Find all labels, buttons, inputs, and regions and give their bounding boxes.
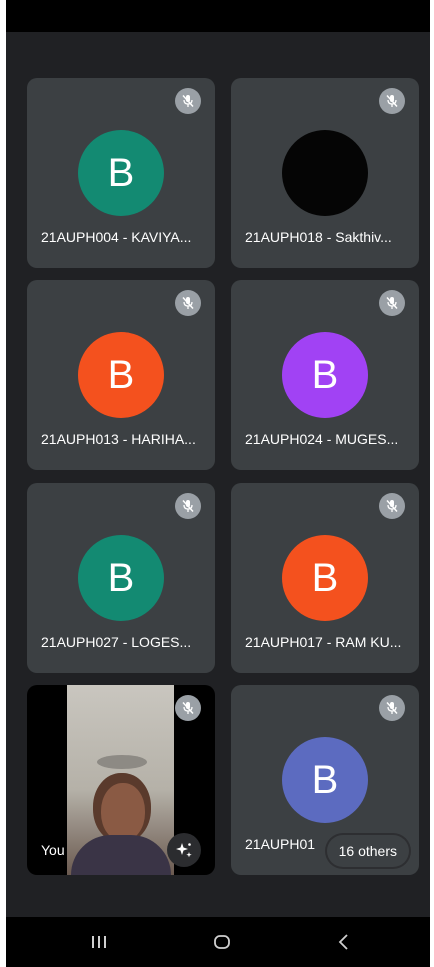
avatar: B bbox=[78, 535, 164, 621]
participant-grid: B 21AUPH004 - KAVIYA... 21AUPH018 - Sakt… bbox=[6, 0, 430, 967]
participant-name: 21AUPH027 - LOGES... bbox=[41, 634, 192, 650]
participant-name: 21AUPH004 - KAVIYA... bbox=[41, 229, 192, 245]
mic-off-icon bbox=[175, 493, 201, 519]
others-count-chip[interactable]: 16 others bbox=[326, 835, 409, 867]
participant-name: 21AUPH013 - HARIHA... bbox=[41, 431, 196, 447]
participant-name: 21AUPH018 - Sakthiv... bbox=[245, 229, 392, 245]
participant-tile[interactable]: B 21AUPH024 - MUGES... bbox=[231, 280, 419, 470]
mic-off-icon bbox=[379, 88, 405, 114]
avatar: B bbox=[78, 130, 164, 216]
others-tile[interactable]: B 21AUPH01 16 others bbox=[231, 685, 419, 875]
recent-apps-button[interactable] bbox=[79, 927, 119, 957]
person-face bbox=[101, 783, 145, 841]
effects-button[interactable] bbox=[167, 833, 201, 867]
self-label: You bbox=[41, 842, 65, 858]
mic-off-icon bbox=[379, 290, 405, 316]
participant-tile[interactable]: B 21AUPH004 - KAVIYA... bbox=[27, 78, 215, 268]
avatar: B bbox=[78, 332, 164, 418]
sparkle-icon bbox=[176, 843, 192, 858]
avatar: B bbox=[282, 535, 368, 621]
home-icon bbox=[214, 935, 230, 949]
mic-off-icon bbox=[175, 290, 201, 316]
participant-tile[interactable]: B 21AUPH013 - HARIHA... bbox=[27, 280, 215, 470]
participant-tile[interactable]: B 21AUPH017 - RAM KU... bbox=[231, 483, 419, 673]
participant-tile[interactable]: 21AUPH018 - Sakthiv... bbox=[231, 78, 419, 268]
avatar-photo bbox=[282, 130, 368, 216]
mic-off-icon bbox=[379, 695, 405, 721]
system-nav-bar bbox=[6, 917, 430, 967]
person-body bbox=[71, 835, 171, 875]
participant-tile[interactable]: B 21AUPH027 - LOGES... bbox=[27, 483, 215, 673]
mic-off-icon bbox=[379, 493, 405, 519]
back-button[interactable] bbox=[324, 927, 364, 957]
avatar: B bbox=[282, 737, 368, 823]
meeting-screen: B 21AUPH004 - KAVIYA... 21AUPH018 - Sakt… bbox=[6, 0, 430, 967]
participant-name: 21AUPH024 - MUGES... bbox=[245, 431, 399, 447]
avatar: B bbox=[282, 332, 368, 418]
chevron-left-icon bbox=[338, 934, 348, 950]
self-video-tile[interactable]: You bbox=[27, 685, 215, 875]
home-button[interactable] bbox=[202, 927, 242, 957]
participant-name: 21AUPH017 - RAM KU... bbox=[245, 634, 402, 650]
mic-off-icon bbox=[175, 695, 201, 721]
ceiling-fan bbox=[97, 755, 147, 769]
mic-off-icon bbox=[175, 88, 201, 114]
self-camera-feed bbox=[67, 685, 174, 875]
recent-apps-icon bbox=[92, 936, 106, 948]
